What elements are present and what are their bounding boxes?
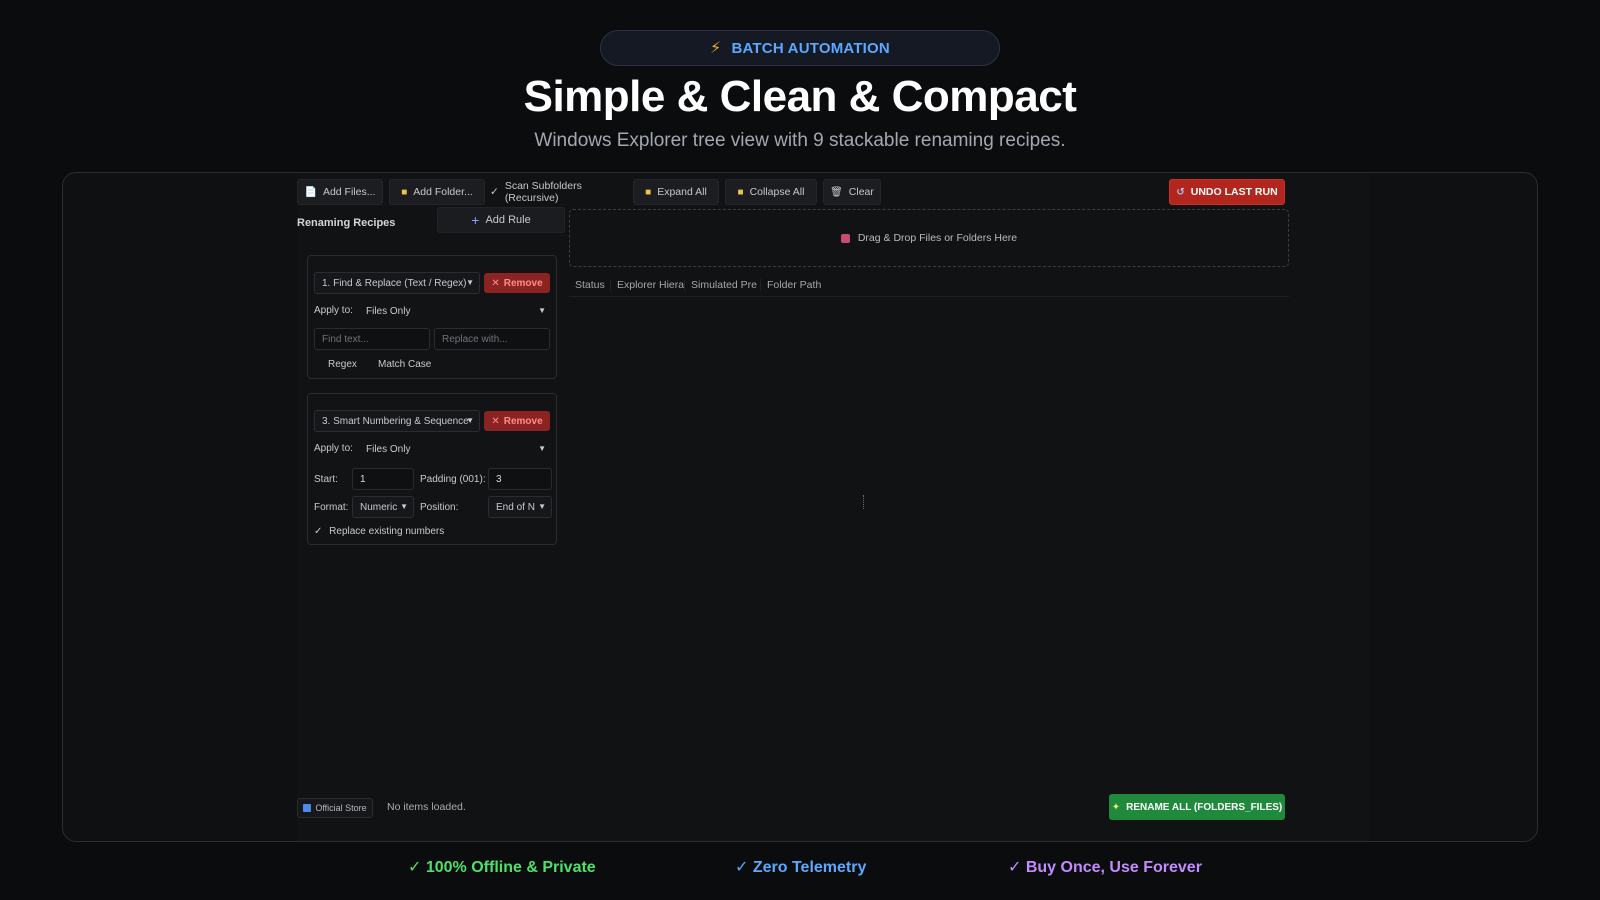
trash-icon: 🗑 <box>830 186 843 198</box>
renaming-recipes-heading: Renaming Recipes <box>297 217 396 229</box>
position-label: Position: <box>420 502 459 513</box>
format-select[interactable]: Numeric ▼ <box>352 496 414 518</box>
add-rule-button[interactable]: + Add Rule <box>437 207 565 233</box>
chevron-down-icon: ▼ <box>400 502 408 511</box>
clear-button[interactable]: 🗑 Clear <box>823 179 881 205</box>
status-text: No items loaded. <box>387 801 466 813</box>
app-content: 📄 Add Files... ■ Add Folder... ✓ Scan Su… <box>297 173 1369 841</box>
official-store-label: Official Store <box>315 803 367 813</box>
add-folder-label: Add Folder... <box>413 186 473 198</box>
add-rule-label: Add Rule <box>485 214 531 226</box>
file-icon: 📄 <box>304 186 317 198</box>
add-files-label: Add Files... <box>322 186 376 198</box>
apply-to-select[interactable]: Files Only ▼ <box>358 438 552 460</box>
folder-closed-icon: ■ <box>737 186 744 198</box>
folder-open-icon: ■ <box>645 186 652 198</box>
hero-subtitle: Windows Explorer tree view with 9 stacka… <box>534 130 1066 151</box>
rule-type-value: 1. Find & Replace (Text / Regex) <box>322 277 467 289</box>
app-window: 📄 Add Files... ■ Add Folder... ✓ Scan Su… <box>62 172 1538 842</box>
apply-to-select[interactable]: Files Only ▼ <box>358 300 552 322</box>
padding-input[interactable]: 3 <box>488 468 552 490</box>
remove-rule-button[interactable]: ✕ Remove <box>484 411 550 431</box>
start-label: Start: <box>314 474 338 485</box>
folder-icon: ■ <box>401 186 408 198</box>
add-folder-button[interactable]: ■ Add Folder... <box>389 179 485 205</box>
rule-type-value: 3. Smart Numbering & Sequence <box>322 415 469 427</box>
column-folder-path[interactable]: Folder Path <box>761 279 841 291</box>
feature-buy-once: ✓ Buy Once, Use Forever <box>1008 859 1202 876</box>
remove-label: Remove <box>503 277 543 289</box>
official-store-button[interactable]: Official Store <box>297 798 373 818</box>
lightning-icon: ⚡ <box>710 40 722 57</box>
feature-offline: ✓ 100% Offline & Private <box>408 859 596 876</box>
remove-label: Remove <box>503 415 543 427</box>
apply-to-value: Files Only <box>366 443 411 455</box>
format-label: Format: <box>314 502 349 513</box>
clear-label: Clear <box>848 186 874 198</box>
drop-zone-label: Drag & Drop Files or Folders Here <box>857 232 1018 244</box>
scan-subfolders-checkbox[interactable]: ✓ Scan Subfolders (Recursive) <box>489 179 629 205</box>
format-value: Numeric <box>360 501 398 513</box>
close-icon: ✕ <box>491 415 500 427</box>
replace-existing-label: Replace existing numbers <box>329 526 445 537</box>
regex-checkbox[interactable]: Regex <box>328 359 357 370</box>
badge-label: BATCH AUTOMATION <box>731 39 890 57</box>
batch-automation-badge: ⚡ BATCH AUTOMATION <box>600 30 1000 66</box>
collapse-all-label: Collapse All <box>749 186 805 198</box>
store-icon <box>303 804 312 812</box>
rename-all-button[interactable]: ✦ RENAME ALL (FOLDERS_FILES) <box>1109 794 1285 820</box>
drop-icon <box>840 233 850 243</box>
undo-last-run-button[interactable]: ↺ UNDO LAST RUN <box>1169 179 1285 205</box>
start-input[interactable]: 1 <box>352 468 414 490</box>
checkmark-icon: ✓ <box>314 526 323 537</box>
expand-all-label: Expand All <box>657 186 707 198</box>
feature-telemetry: ✓ Zero Telemetry <box>735 859 867 876</box>
replace-existing-checkbox[interactable]: ✓ Replace existing numbers <box>314 526 444 537</box>
rule-type-select[interactable]: 1. Find & Replace (Text / Regex) ▼ <box>314 272 480 294</box>
position-value: End of N <box>496 501 535 513</box>
pane-splitter[interactable] <box>863 495 865 509</box>
padding-label: Padding (001): <box>420 474 486 485</box>
expand-all-button[interactable]: ■ Expand All <box>633 179 719 205</box>
apply-to-label: Apply to: <box>314 443 353 454</box>
chevron-down-icon: ▼ <box>538 306 546 315</box>
scan-subfolders-label: Scan Subfolders (Recursive) <box>504 180 582 204</box>
checkmark-icon: ✓ <box>490 186 499 198</box>
remove-rule-button[interactable]: ✕ Remove <box>484 273 550 293</box>
rule-card-find-replace: 1. Find & Replace (Text / Regex) ▼ ✕ Rem… <box>307 255 557 379</box>
find-text-input[interactable]: Find text... <box>314 328 430 350</box>
close-icon: ✕ <box>491 277 500 289</box>
match-case-checkbox[interactable]: Match Case <box>378 359 431 370</box>
chevron-down-icon: ▼ <box>466 416 474 425</box>
column-explorer-hierarchy[interactable]: Explorer Hiera <box>611 278 685 291</box>
hero-title: Simple & Clean & Compact <box>523 72 1077 121</box>
collapse-all-button[interactable]: ■ Collapse All <box>725 179 817 205</box>
rule-type-select[interactable]: 3. Smart Numbering & Sequence ▼ <box>314 410 480 432</box>
column-status[interactable]: Status <box>569 278 611 291</box>
chevron-down-icon: ▼ <box>538 502 546 511</box>
drop-zone[interactable]: Drag & Drop Files or Folders Here <box>569 209 1289 267</box>
rule-card-smart-numbering: 3. Smart Numbering & Sequence ▼ ✕ Remove… <box>307 393 557 545</box>
chevron-down-icon: ▼ <box>466 278 474 287</box>
chevron-down-icon: ▼ <box>538 444 546 453</box>
replace-with-input[interactable]: Replace with... <box>434 328 550 350</box>
apply-to-label: Apply to: <box>314 305 353 316</box>
column-simulated-preview[interactable]: Simulated Pre <box>685 278 761 291</box>
apply-to-value: Files Only <box>366 305 411 317</box>
add-files-button[interactable]: 📄 Add Files... <box>297 179 383 205</box>
sparkle-icon: ✦ <box>1111 801 1121 813</box>
undo-icon: ↺ <box>1176 186 1185 198</box>
undo-label: UNDO LAST RUN <box>1190 186 1278 198</box>
rename-all-label: RENAME ALL (FOLDERS_FILES) <box>1126 801 1283 813</box>
tree-view-header: Status Explorer Hiera Simulated Pre Fold… <box>569 273 1289 297</box>
plus-icon: + <box>471 212 480 228</box>
position-select[interactable]: End of N ▼ <box>488 496 552 518</box>
